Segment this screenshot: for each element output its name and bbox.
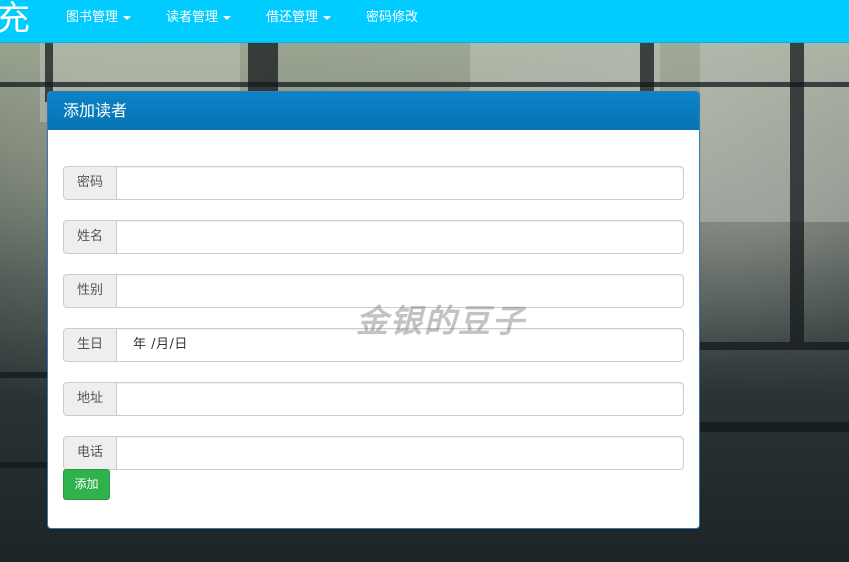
password-group: 密码 <box>63 166 684 200</box>
add-reader-panel: 添加读者 密码 姓名 性别 生日 年 /月/日 地址 电话 添加 <box>47 91 700 529</box>
nav-book-management-label: 图书管理 <box>66 10 119 25</box>
nav-reader-management-label: 读者管理 <box>166 10 219 25</box>
phone-label: 电话 <box>63 436 117 470</box>
birthday-label: 生日 <box>63 328 117 362</box>
birthday-date-placeholder: 年 /月/日 <box>133 337 188 352</box>
phone-field[interactable] <box>116 436 684 470</box>
address-label: 地址 <box>63 382 117 416</box>
nav-reader-management[interactable]: 读者管理 <box>166 0 232 36</box>
app-brand[interactable]: 充 <box>0 0 30 40</box>
chevron-down-icon <box>123 15 132 20</box>
password-field[interactable] <box>116 166 684 200</box>
chevron-down-icon <box>323 15 332 20</box>
phone-group: 电话 <box>63 436 684 470</box>
nav-borrow-management-label: 借还管理 <box>266 10 319 25</box>
address-group: 地址 <box>63 382 684 416</box>
panel-title: 添加读者 <box>48 92 699 130</box>
nav-book-management[interactable]: 图书管理 <box>66 0 132 36</box>
birthday-date-field[interactable]: 年 /月/日 <box>116 328 684 362</box>
name-field[interactable] <box>116 220 684 254</box>
gender-label: 性别 <box>63 274 117 308</box>
add-button[interactable]: 添加 <box>63 469 110 500</box>
password-label: 密码 <box>63 166 117 200</box>
gender-group: 性别 <box>63 274 684 308</box>
nav-borrow-management[interactable]: 借还管理 <box>266 0 332 36</box>
chevron-down-icon <box>223 15 232 20</box>
birthday-group: 生日 年 /月/日 <box>63 328 684 362</box>
top-navbar: 充 图书管理 读者管理 借还管理 密码修改 <box>0 0 849 43</box>
name-label: 姓名 <box>63 220 117 254</box>
nav-password-change[interactable]: 密码修改 <box>366 0 418 36</box>
gender-field[interactable] <box>116 274 684 308</box>
name-group: 姓名 <box>63 220 684 254</box>
nav-password-change-label: 密码修改 <box>366 10 419 25</box>
address-field[interactable] <box>116 382 684 416</box>
